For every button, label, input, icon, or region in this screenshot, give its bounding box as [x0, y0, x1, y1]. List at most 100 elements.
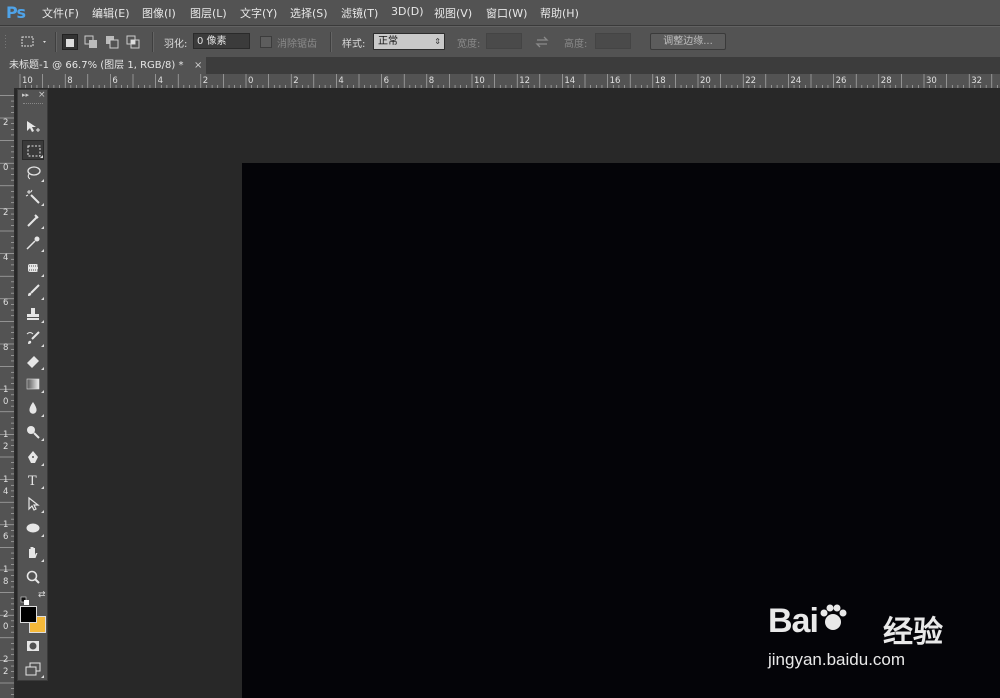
ruler-label: 20: [700, 76, 711, 86]
watermark-brand: Baidu: [768, 602, 848, 641]
menu-help[interactable]: 帮助(H): [540, 5, 579, 21]
refine-edge-button[interactable]: 调整边缘...: [650, 33, 726, 50]
ruler-label: 2: [3, 118, 8, 128]
eraser-tool[interactable]: [22, 351, 44, 371]
ruler-label: 32: [971, 76, 982, 86]
baidu-paw-icon: [820, 604, 847, 630]
clone-stamp-tool[interactable]: [22, 304, 44, 324]
path-selection-tool[interactable]: [22, 494, 44, 514]
toolbox-close-icon[interactable]: ×: [38, 90, 46, 100]
feather-input[interactable]: 0 像素: [193, 33, 250, 49]
menu-edit[interactable]: 编辑(E): [92, 5, 130, 21]
ruler-label: 2: [3, 208, 8, 218]
menu-layer[interactable]: 图层(L): [190, 5, 227, 21]
eraser-icon: [27, 356, 39, 368]
feather-label: 羽化:: [164, 39, 188, 50]
menu-type[interactable]: 文字(Y): [240, 5, 277, 21]
menu-filter[interactable]: 滤镜(T): [341, 5, 378, 21]
toolbox-collapse-icon[interactable]: ▸▸: [22, 91, 29, 99]
menu-window[interactable]: 窗口(W): [486, 5, 527, 21]
document-tab[interactable]: 未标题-1 @ 66.7% (图层 1, RGB/8) *: [0, 57, 206, 74]
svg-text:T: T: [28, 474, 37, 488]
blur-tool[interactable]: [22, 398, 44, 418]
screen-mode-tool[interactable]: [22, 659, 44, 679]
ruler-label: 8: [429, 76, 434, 86]
lasso-icon: [27, 166, 41, 180]
zoom-icon: [26, 570, 40, 584]
menu-view[interactable]: 视图(V): [434, 5, 472, 21]
ruler-label: 0: [248, 76, 253, 86]
close-icon[interactable]: ×: [194, 57, 202, 74]
ruler-label: 18: [655, 76, 666, 86]
pen-icon: [28, 451, 38, 463]
ruler-label: 0: [3, 163, 8, 173]
swap-colors-icon[interactable]: ⇄: [38, 590, 46, 600]
width-input: [486, 33, 522, 49]
separator: [330, 32, 332, 52]
hand-icon: [29, 547, 38, 558]
crop-tool[interactable]: [22, 210, 44, 230]
style-select[interactable]: 正常 ⇕: [373, 33, 445, 50]
ruler-label: 0: [3, 397, 8, 407]
watermark-url: jingyan.baidu.com: [768, 650, 906, 669]
ruler-label: 1: [3, 430, 8, 440]
history-brush-tool[interactable]: [22, 328, 44, 348]
rectangular-marquee-tool[interactable]: [22, 140, 44, 160]
ruler-label: 6: [3, 532, 8, 542]
ruler-label: 0: [3, 622, 8, 632]
document-tab-bar: 未标题-1 @ 66.7% (图层 1, RGB/8) * ×: [0, 57, 1000, 74]
hand-tool[interactable]: [22, 543, 44, 563]
type-tool[interactable]: T: [22, 470, 44, 490]
ruler-label: 8: [3, 343, 8, 353]
menu-3d[interactable]: 3D(D): [391, 5, 424, 18]
ruler-label: 2: [293, 76, 298, 86]
crop-icon: [27, 214, 39, 227]
healing-brush-icon: [27, 264, 39, 272]
antialias-checkbox[interactable]: [260, 36, 272, 48]
menu-image[interactable]: 图像(I): [142, 5, 176, 21]
quick-mask-icon: [27, 641, 39, 651]
zoom-tool[interactable]: [22, 567, 44, 587]
ruler-label: 28: [881, 76, 892, 86]
intersect-selection-mode[interactable]: [125, 34, 141, 50]
ruler-label: 6: [112, 76, 117, 86]
lasso-tool[interactable]: [22, 163, 44, 183]
foreground-color-swatch[interactable]: [20, 606, 37, 623]
type-icon: T: [28, 474, 37, 488]
ruler-label: 6: [3, 298, 8, 308]
separator: [152, 32, 154, 52]
brush-tool[interactable]: [22, 281, 44, 301]
horizontal-ruler[interactable]: 10 8 6 4 2 0 2 4 6 8 10 12 14 16 18 20 22 24 26 28 30 32: [0, 74, 1000, 89]
ruler-label: 2: [3, 667, 8, 677]
move-icon: [27, 121, 40, 132]
toolbox: ▸▸ × T ⇄: [17, 89, 48, 681]
healing-brush-tool[interactable]: [22, 258, 44, 278]
eyedropper-icon: [26, 236, 40, 250]
height-input: [595, 33, 631, 49]
magic-wand-tool[interactable]: [22, 187, 44, 207]
pen-tool[interactable]: [22, 447, 44, 467]
ruler-label: 8: [3, 577, 8, 587]
eyedropper-tool[interactable]: [22, 233, 44, 253]
ellipse-tool[interactable]: [22, 518, 44, 538]
move-tool[interactable]: [22, 117, 44, 137]
add-to-selection-mode[interactable]: [83, 34, 99, 50]
ruler-label: 8: [67, 76, 72, 86]
blur-drop-icon: [29, 402, 37, 414]
quick-mask-tool[interactable]: [22, 636, 44, 656]
toolbox-grip: [23, 103, 43, 106]
ruler-label: 16: [610, 76, 621, 86]
menu-file[interactable]: 文件(F): [42, 5, 79, 21]
new-selection-mode[interactable]: [62, 34, 78, 50]
history-brush-icon: [26, 331, 40, 344]
gradient-tool[interactable]: [22, 374, 44, 394]
vertical-ruler[interactable]: 20246810121416182022: [0, 88, 15, 698]
subtract-from-selection-mode[interactable]: [104, 34, 120, 50]
style-select-value: 正常: [378, 36, 398, 47]
screen-mode-icon: [25, 662, 41, 676]
dodge-icon: [27, 426, 40, 439]
ruler-label: 6: [384, 76, 389, 86]
menu-select[interactable]: 选择(S): [290, 5, 328, 21]
tool-preset-picker[interactable]: [20, 34, 50, 50]
dodge-tool[interactable]: [22, 422, 44, 442]
